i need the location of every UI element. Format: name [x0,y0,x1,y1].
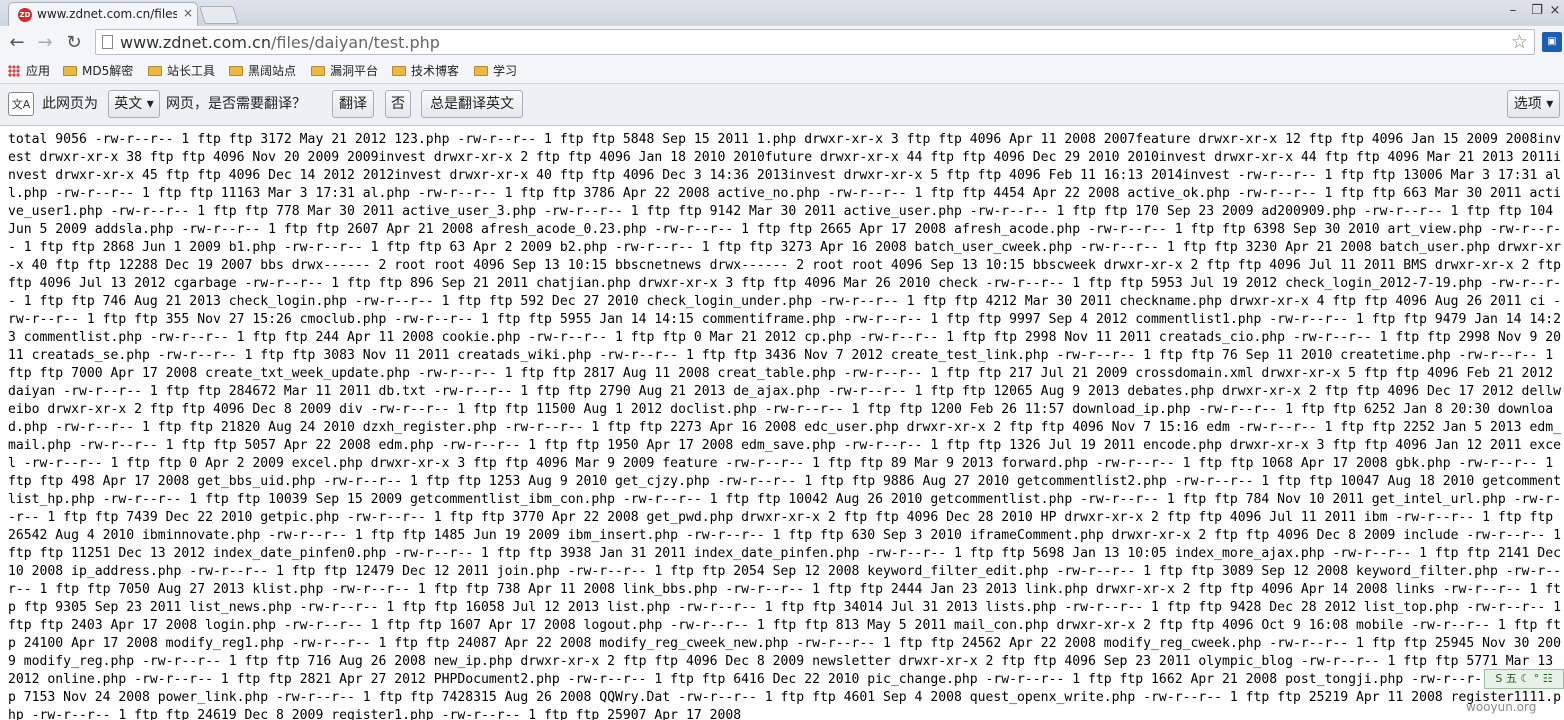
folder-icon [392,66,406,76]
translate-bar: 文A 此网页为 英文 ▾ 网页，是否需要翻译？ 翻译 否 总是翻译英文 选项 ▾ [0,84,1564,126]
folder-icon [63,66,77,76]
options-label: 选项 [1513,96,1542,112]
url-host: www.zdnet.com.cn [120,33,271,52]
window-close-icon[interactable]: × [1544,2,1564,20]
tab-close-icon[interactable]: × [181,6,195,20]
folder-icon [474,66,488,76]
translate-button[interactable]: 翻译 [332,90,374,118]
bookmark-star-icon[interactable]: ☆ [1511,31,1528,53]
bookmark-label: 漏洞平台 [330,64,379,78]
options-button[interactable]: 选项 ▾ [1507,90,1560,118]
zdnet-favicon-icon: ZD [18,8,32,22]
folder-icon [311,66,325,76]
bookmark-label: 黑阔站点 [248,64,297,78]
folder-icon [148,66,162,76]
url-path: /files/daiyan/test.php [270,33,440,52]
dropdown-arrow-icon: ▾ [146,96,154,112]
bookmark-label: MD5解密 [82,64,134,78]
url-text[interactable]: www.zdnet.com.cn/files/daiyan/test.php [120,33,440,52]
watermark: wooyun.org [1466,700,1537,714]
directory-listing-text: total 9056 -rw-r--r-- 1 ftp ftp 3172 May… [8,132,1561,720]
browser-toolbar: ← → ↻ www.zdnet.com.cn/files/daiyan/test… [0,26,1564,59]
bookmark-label: 应用 [26,64,51,78]
tab-strip: ZD www.zdnet.com.cn/files/ × – ❐ × [0,0,1564,26]
bookmark-label: 学习 [493,64,518,78]
back-arrow-icon[interactable]: ← [6,32,28,54]
reload-icon[interactable]: ↻ [63,32,85,54]
ime-tray[interactable]: S 五 ☾ ° ☷ [1484,669,1564,689]
address-bar[interactable]: www.zdnet.com.cn/files/daiyan/test.php ☆ [95,29,1535,55]
language-label: 英文 [114,96,143,112]
translate-prefix: 此网页为 [42,96,98,112]
new-tab-button[interactable] [199,6,239,24]
bookmark-apps[interactable]: 应用 [8,62,50,80]
translate-icon: 文A [8,92,34,116]
page-icon [102,35,113,49]
bookmark-folder-tech-blogs[interactable]: 技术博客 [392,62,459,80]
tab-title: www.zdnet.com.cn/files/ [37,7,177,21]
extension-icon[interactable]: ▣ [1542,32,1562,52]
bookmark-folder-md5[interactable]: MD5解密 [63,62,133,80]
bookmarks-bar: 应用 MD5解密 站长工具 黑阔站点 漏洞平台 技术博客 学习 [0,59,1564,84]
page-content: total 9056 -rw-r--r-- 1 ftp ftp 3172 May… [8,131,1564,720]
bookmark-folder-webmaster-tools[interactable]: 站长工具 [148,62,215,80]
bookmark-folder-vuln-platforms[interactable]: 漏洞平台 [311,62,378,80]
bookmark-folder-hacker-sites[interactable]: 黑阔站点 [229,62,296,80]
dropdown-arrow-icon: ▾ [1546,96,1554,112]
translate-question: 网页，是否需要翻译？ [166,96,306,112]
no-button[interactable]: 否 [385,90,411,118]
folder-icon [229,66,243,76]
apps-grid-icon [8,65,20,77]
bookmark-label: 站长工具 [167,64,216,78]
always-translate-button[interactable]: 总是翻译英文 [421,90,523,118]
bookmark-label: 技术博客 [411,64,460,78]
bookmark-folder-learning[interactable]: 学习 [474,62,517,80]
forward-arrow-icon[interactable]: → [34,32,56,54]
language-select[interactable]: 英文 ▾ [108,90,160,118]
minimize-icon[interactable]: – [1502,2,1524,20]
tab-active[interactable]: ZD www.zdnet.com.cn/files/ × [8,2,198,26]
